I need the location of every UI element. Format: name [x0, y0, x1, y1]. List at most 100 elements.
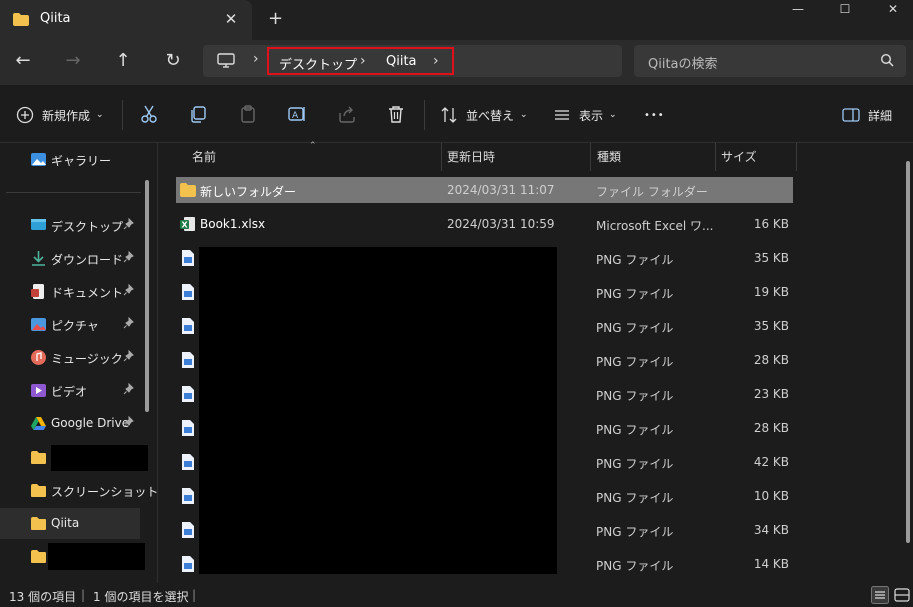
- file-type: PNG ファイル: [596, 423, 674, 437]
- file-size: 42 KB: [753, 455, 789, 469]
- selection-count: 1 個の項目を選択: [93, 590, 189, 604]
- column-header-size[interactable]: サイズ: [721, 143, 757, 171]
- tab-title: Qiita: [40, 11, 71, 26]
- column-separator[interactable]: [796, 143, 797, 171]
- sidebar-item-qiita[interactable]: Qiita: [0, 508, 140, 539]
- sidebar-item-label: ダウンロード: [51, 253, 124, 267]
- delete-icon[interactable]: [386, 104, 406, 124]
- back-button[interactable]: ←: [10, 50, 36, 72]
- address-bar[interactable]: › デスクトップ › Qiita ›: [203, 45, 622, 77]
- column-separator[interactable]: [590, 143, 591, 171]
- svg-text:A: A: [292, 111, 299, 121]
- sidebar-item-label: ピクチャ: [51, 319, 99, 333]
- breadcrumb-qiita[interactable]: Qiita: [386, 54, 417, 69]
- file-row[interactable]: X Book1.xlsx 2024/03/31 10:59 Microsoft …: [176, 211, 793, 237]
- paste-icon[interactable]: [238, 104, 258, 124]
- sidebar-item-desktop[interactable]: デスクトップ: [0, 210, 140, 241]
- sort-button[interactable]: 並べ替え ⌄: [440, 105, 528, 125]
- sidebar-item-label: ドキュメント: [51, 286, 124, 300]
- navigation-pane: ギャラリー デスクトップ ダウンロード ドキュメント ピクチャ ミュージック ビ…: [0, 143, 158, 583]
- sidebar-item-redacted-folder[interactable]: [0, 442, 148, 473]
- pin-icon[interactable]: [123, 383, 135, 395]
- file-row[interactable]: 新しいフォルダー 2024/03/31 11:07 ファイル フォルダー: [176, 177, 793, 203]
- address-row: ← → ↑ ↻ › デスクトップ › Qiita › Qiitaの検索: [0, 40, 913, 85]
- search-icon: [880, 53, 894, 67]
- column-header-date[interactable]: 更新日時: [447, 143, 495, 171]
- minimize-button[interactable]: —: [783, 2, 813, 22]
- file-type: PNG ファイル: [596, 389, 674, 403]
- pin-icon[interactable]: [123, 284, 135, 296]
- sidebar-item-music[interactable]: ミュージック: [0, 342, 140, 373]
- tab-qiita[interactable]: Qiita ✕: [0, 0, 252, 40]
- details-pane-icon: [842, 108, 860, 122]
- file-date: 2024/03/31 10:59: [447, 217, 555, 231]
- view-button[interactable]: 表示 ⌄: [553, 105, 617, 125]
- forward-button[interactable]: →: [60, 50, 86, 72]
- chevron-down-icon: ⌄: [520, 110, 528, 120]
- file-date: 2024/03/31 11:07: [447, 183, 555, 197]
- maximize-button[interactable]: ☐: [830, 2, 860, 22]
- new-button[interactable]: 新規作成 ⌄: [16, 105, 104, 125]
- folder-icon: [180, 183, 196, 197]
- column-separator[interactable]: [441, 143, 442, 171]
- folder-icon: [13, 13, 29, 26]
- folder-icon: [31, 484, 46, 497]
- share-icon[interactable]: [337, 104, 357, 124]
- sidebar-scrollbar[interactable]: [145, 180, 149, 412]
- sidebar-item-redacted-folder[interactable]: [0, 541, 145, 572]
- file-type: PNG ファイル: [596, 287, 674, 301]
- refresh-button[interactable]: ↻: [160, 50, 186, 72]
- column-separator[interactable]: [715, 143, 716, 171]
- sidebar-item-label: ギャラリー: [51, 154, 112, 168]
- file-type: PNG ファイル: [596, 491, 674, 505]
- breadcrumb-separator[interactable]: ›: [253, 51, 259, 67]
- png-file-icon: [182, 352, 194, 368]
- copy-icon[interactable]: [188, 104, 208, 124]
- sidebar-item-videos[interactable]: ビデオ: [0, 375, 140, 406]
- excel-file-icon: X: [180, 217, 195, 231]
- tab-close-button[interactable]: ✕: [222, 10, 240, 28]
- sidebar-item-label: スクリーンショット: [51, 485, 159, 499]
- png-file-icon: [182, 556, 194, 572]
- sidebar-item-documents[interactable]: ドキュメント: [0, 276, 140, 307]
- search-placeholder: Qiitaの検索: [648, 57, 718, 72]
- thumbnail-view-icon[interactable]: [893, 586, 911, 604]
- status-separator: |: [81, 588, 86, 602]
- pin-icon[interactable]: [123, 251, 135, 263]
- more-options-button[interactable]: •••: [644, 105, 665, 125]
- file-size: 14 KB: [753, 557, 789, 571]
- sidebar-item-pictures[interactable]: ピクチャ: [0, 309, 140, 340]
- computer-icon[interactable]: [217, 53, 235, 69]
- sidebar-item-screenshots[interactable]: スクリーンショット: [0, 475, 158, 506]
- google-drive-icon: [31, 417, 46, 430]
- up-button[interactable]: ↑: [110, 50, 136, 72]
- file-list-scrollbar[interactable]: [906, 161, 910, 543]
- details-view-icon[interactable]: [871, 586, 889, 604]
- new-button-label: 新規作成: [42, 108, 91, 123]
- breadcrumb-separator[interactable]: ›: [433, 53, 439, 69]
- column-header-name[interactable]: 名前: [192, 143, 216, 171]
- close-window-button[interactable]: ✕: [878, 2, 908, 22]
- pin-icon[interactable]: [123, 218, 135, 230]
- breadcrumb-separator[interactable]: ›: [360, 53, 366, 69]
- svg-text:X: X: [182, 221, 189, 230]
- column-header-type[interactable]: 種類: [597, 143, 621, 171]
- breadcrumb-desktop[interactable]: デスクトップ: [279, 54, 357, 73]
- search-input[interactable]: Qiitaの検索: [634, 45, 906, 77]
- pin-icon[interactable]: [123, 317, 135, 329]
- pin-icon[interactable]: [123, 350, 135, 362]
- sidebar-item-gallery[interactable]: ギャラリー: [0, 144, 140, 175]
- cut-icon[interactable]: [139, 104, 159, 124]
- sort-icon: [441, 107, 457, 123]
- rename-icon[interactable]: A: [287, 104, 307, 124]
- png-file-icon: [182, 522, 194, 538]
- png-file-icon: [182, 488, 194, 504]
- sidebar-item-downloads[interactable]: ダウンロード: [0, 243, 140, 274]
- details-pane-button[interactable]: 詳細: [842, 105, 892, 125]
- sidebar-item-google-drive[interactable]: Google Drive: [0, 408, 140, 439]
- new-tab-button[interactable]: +: [268, 8, 283, 29]
- sidebar-item-label: デスクトップ: [51, 220, 124, 234]
- video-icon: [31, 384, 46, 397]
- plus-circle-icon: [16, 106, 34, 124]
- pin-icon[interactable]: [123, 416, 135, 428]
